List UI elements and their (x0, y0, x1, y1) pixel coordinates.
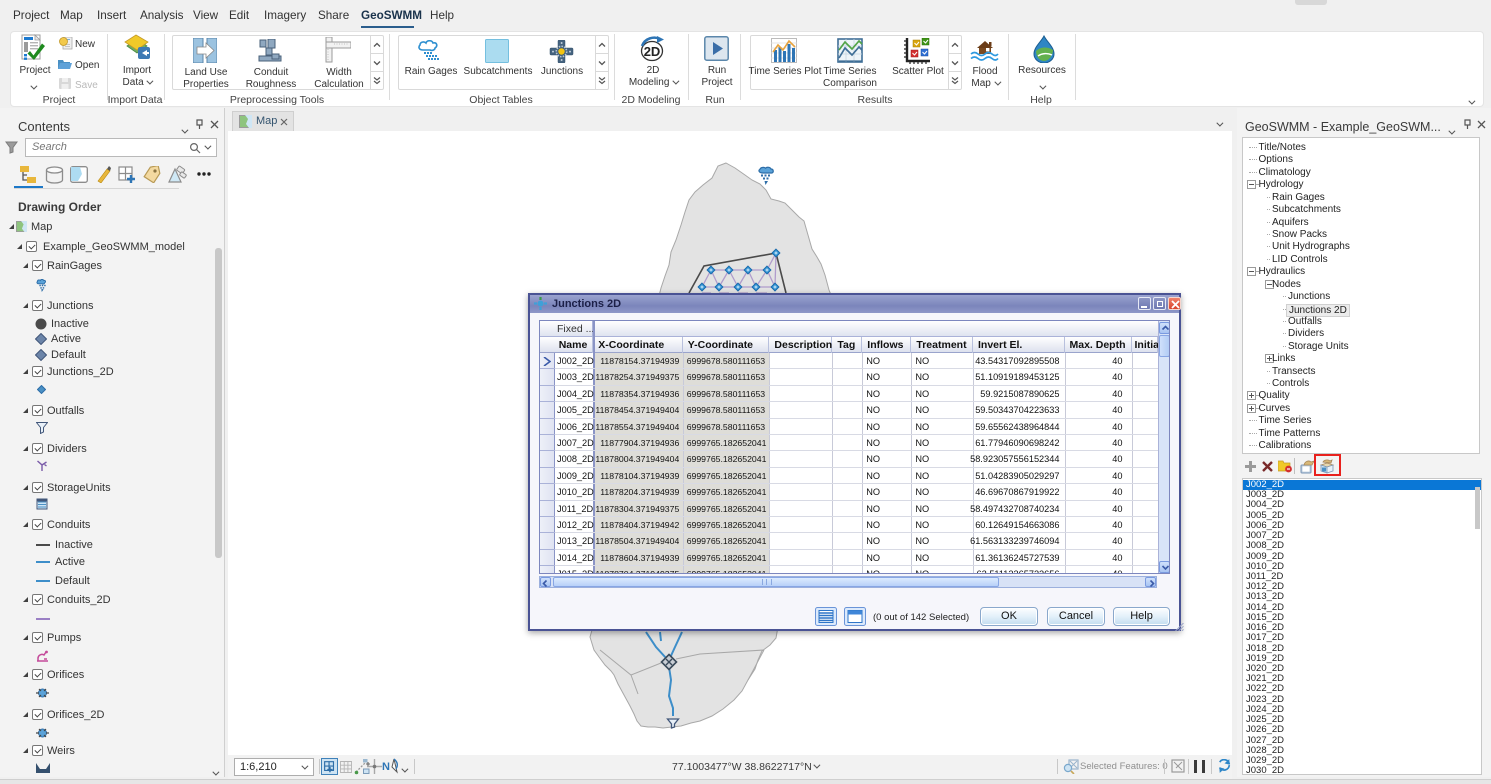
svg-text:N: N (382, 761, 390, 773)
svg-text:2D: 2D (644, 44, 661, 59)
